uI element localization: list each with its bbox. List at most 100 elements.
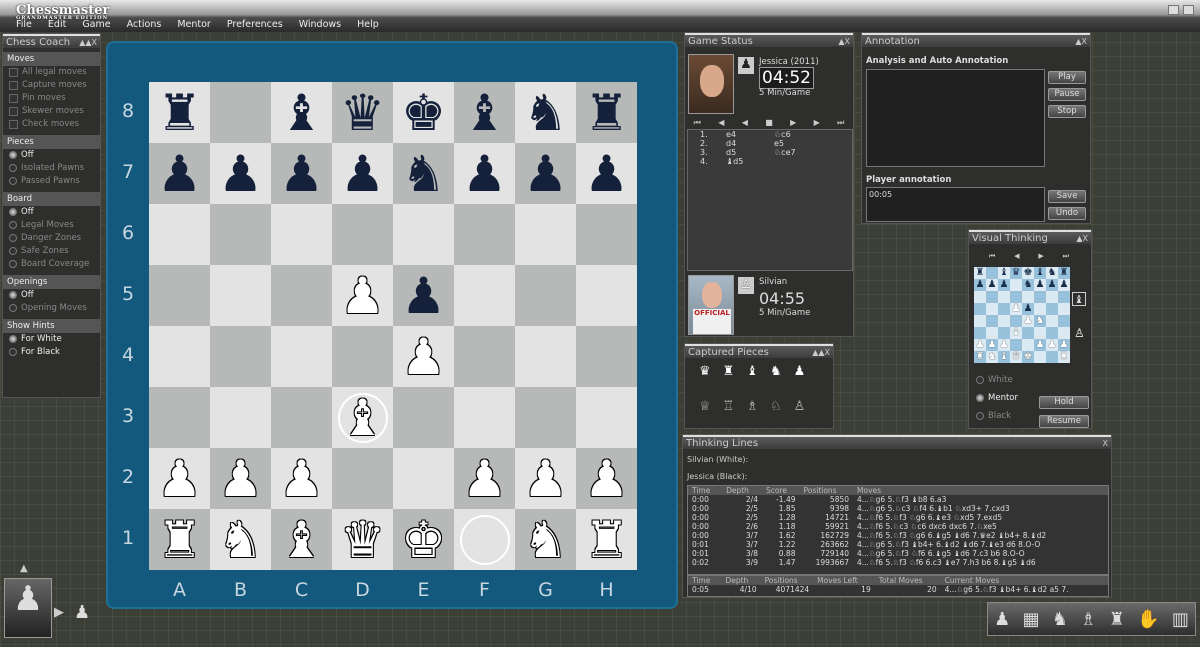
undo-button[interactable]: Undo <box>1048 207 1086 220</box>
square-c1[interactable]: ♝ <box>271 509 332 570</box>
visual-option[interactable]: Black <box>976 411 1018 429</box>
coach-option[interactable]: Board Coverage <box>3 258 100 271</box>
radio-button[interactable] <box>9 260 17 268</box>
black-bishop-icon[interactable]: ♝ <box>279 88 324 138</box>
pause-button[interactable]: Pause <box>1048 88 1086 101</box>
square-a6[interactable] <box>149 204 210 265</box>
radio-button[interactable] <box>9 234 17 242</box>
radio-button[interactable] <box>9 208 17 216</box>
black-pawn-icon[interactable]: ♟ <box>523 149 568 199</box>
radio-button[interactable] <box>9 335 17 343</box>
play-button[interactable]: Play <box>1048 71 1086 84</box>
stop-button[interactable]: Stop <box>1048 105 1086 118</box>
radio-button[interactable] <box>9 304 17 312</box>
chess-board[interactable]: ♜ ♝ ♛ ♚ ♝ ♞ ♜ ♟ ♟ ♟ ♟ ♞ ♟ ♟ ♟ ♟ ♟ ♟ ♝ ♟ ♟ ♟ ♟ ♟ ♟ ♜ ♞ ♝ ♛ ♚ ♞ ♜ <box>149 82 637 570</box>
thinking-line-row[interactable]: 0:00 2/5 1.28 14721 4...♘f6 5.♘f3 ♘g6 6.♝e3 … <box>688 513 1108 522</box>
square-c6[interactable] <box>271 204 332 265</box>
radio-button[interactable] <box>9 348 17 356</box>
square-h5[interactable] <box>576 265 637 326</box>
chessmaster-avatar[interactable]: ♟ <box>4 578 52 638</box>
white-king-icon[interactable]: ♚ <box>401 515 446 565</box>
square-c8[interactable]: ♝ <box>271 82 332 143</box>
square-f6[interactable] <box>454 204 515 265</box>
square-f5[interactable] <box>454 265 515 326</box>
square-f1[interactable] <box>454 509 515 570</box>
square-d8[interactable]: ♛ <box>332 82 393 143</box>
square-a2[interactable]: ♟ <box>149 448 210 509</box>
black-pawn-icon[interactable]: ♟ <box>401 271 446 321</box>
minimize-button[interactable] <box>1168 5 1179 15</box>
radio-button[interactable] <box>9 164 17 172</box>
square-e1[interactable]: ♚ <box>393 509 454 570</box>
square-g7[interactable]: ♟ <box>515 143 576 204</box>
square-e4[interactable]: ♟ <box>393 326 454 387</box>
white-pawn-icon[interactable]: ♟ <box>401 332 446 382</box>
square-d2[interactable] <box>332 448 393 509</box>
pawn-tool-icon[interactable]: ♟ <box>994 609 1010 630</box>
square-h2[interactable]: ♟ <box>576 448 637 509</box>
square-h3[interactable] <box>576 387 637 448</box>
coach-option[interactable]: For Black <box>3 346 100 359</box>
square-g3[interactable] <box>515 387 576 448</box>
menu-help[interactable]: Help <box>349 17 387 32</box>
black-bishop-icon[interactable]: ♝ <box>462 88 507 138</box>
radio-button[interactable] <box>9 291 17 299</box>
board-tool-icon[interactable]: ▦ <box>1023 609 1040 630</box>
black-king-icon[interactable]: ♚ <box>401 88 446 138</box>
pieces-tool-icon[interactable]: ♞ <box>1052 609 1068 630</box>
square-b4[interactable] <box>210 326 271 387</box>
square-d4[interactable] <box>332 326 393 387</box>
square-e6[interactable] <box>393 204 454 265</box>
hold-button[interactable]: Hold <box>1039 396 1089 409</box>
white-knight-icon[interactable]: ♞ <box>218 515 263 565</box>
pawn-icon[interactable]: ♟ <box>74 602 90 623</box>
white-knight-icon[interactable]: ♞ <box>523 515 568 565</box>
player-annotation-input[interactable]: 00:05 <box>866 187 1045 222</box>
square-h6[interactable] <box>576 204 637 265</box>
square-e3[interactable] <box>393 387 454 448</box>
thinking-line-row[interactable]: 0:00 2/6 1.18 59921 4...♘f6 5.♘c3 ♘c6 dxc6 d… <box>688 522 1108 531</box>
square-b7[interactable]: ♟ <box>210 143 271 204</box>
move-row[interactable]: 2. d4 e5 <box>688 139 810 148</box>
white-pawn-icon[interactable]: ♟ <box>462 454 507 504</box>
square-f4[interactable] <box>454 326 515 387</box>
square-b2[interactable]: ♟ <box>210 448 271 509</box>
checkbox[interactable] <box>9 80 18 90</box>
white-pawn-icon[interactable]: ♟ <box>584 454 629 504</box>
black-pawn-icon[interactable]: ♟ <box>462 149 507 199</box>
white-rook-icon[interactable]: ♜ <box>157 515 202 565</box>
coach-option[interactable]: Pin moves <box>3 92 100 105</box>
square-c3[interactable] <box>271 387 332 448</box>
thinking-line-row[interactable]: 0:02 3/9 1.47 1993667 4...♘f6 5.♘f3 ♘f6 6.c3… <box>688 558 1108 567</box>
menu-mentor[interactable]: Mentor <box>169 17 219 32</box>
checkbox[interactable] <box>9 93 18 103</box>
white-pawn-icon[interactable]: ♟ <box>218 454 263 504</box>
square-a3[interactable] <box>149 387 210 448</box>
square-d7[interactable]: ♟ <box>332 143 393 204</box>
square-b5[interactable] <box>210 265 271 326</box>
black-rook-icon[interactable]: ♜ <box>157 88 202 138</box>
thinking-line-row[interactable]: 0:00 3/7 1.62 162729 4...♘f6 5.♘f3 ♘g6 6.♝g5… <box>688 531 1108 540</box>
square-h1[interactable]: ♜ <box>576 509 637 570</box>
black-pawn-icon[interactable]: ♟ <box>340 149 385 199</box>
thinking-line-row[interactable]: 0:00 2/5 1.85 9398 4...♘g6 5.♘c3 ♘f4 6.♝b1 ♘… <box>688 504 1108 513</box>
square-b8[interactable] <box>210 82 271 143</box>
square-h8[interactable]: ♜ <box>576 82 637 143</box>
coach-option[interactable]: Safe Zones <box>3 245 100 258</box>
castle-tool-icon[interactable]: ♜ <box>1109 609 1125 630</box>
square-b3[interactable] <box>210 387 271 448</box>
move-list[interactable]: 1. e4 ♘c6 2. d4 e5 3. d5 ♘ce7 4. ♝d5 <box>687 129 853 271</box>
square-f8[interactable]: ♝ <box>454 82 515 143</box>
square-f3[interactable] <box>454 387 515 448</box>
coach-option[interactable]: Skewer moves <box>3 105 100 118</box>
maximize-button[interactable] <box>1183 5 1194 15</box>
resume-button[interactable]: Resume <box>1039 415 1089 428</box>
menu-actions[interactable]: Actions <box>119 17 170 32</box>
visual-option[interactable]: Mentor <box>976 393 1018 411</box>
black-pawn-icon[interactable]: ♟ <box>157 149 202 199</box>
menu-preferences[interactable]: Preferences <box>219 17 291 32</box>
square-b6[interactable] <box>210 204 271 265</box>
black-pawn-icon[interactable]: ♟ <box>584 149 629 199</box>
square-g8[interactable]: ♞ <box>515 82 576 143</box>
thinking-lines-table[interactable]: Time Depth Score Positions Moves 0:00 2/4 -1.49… <box>687 485 1109 575</box>
